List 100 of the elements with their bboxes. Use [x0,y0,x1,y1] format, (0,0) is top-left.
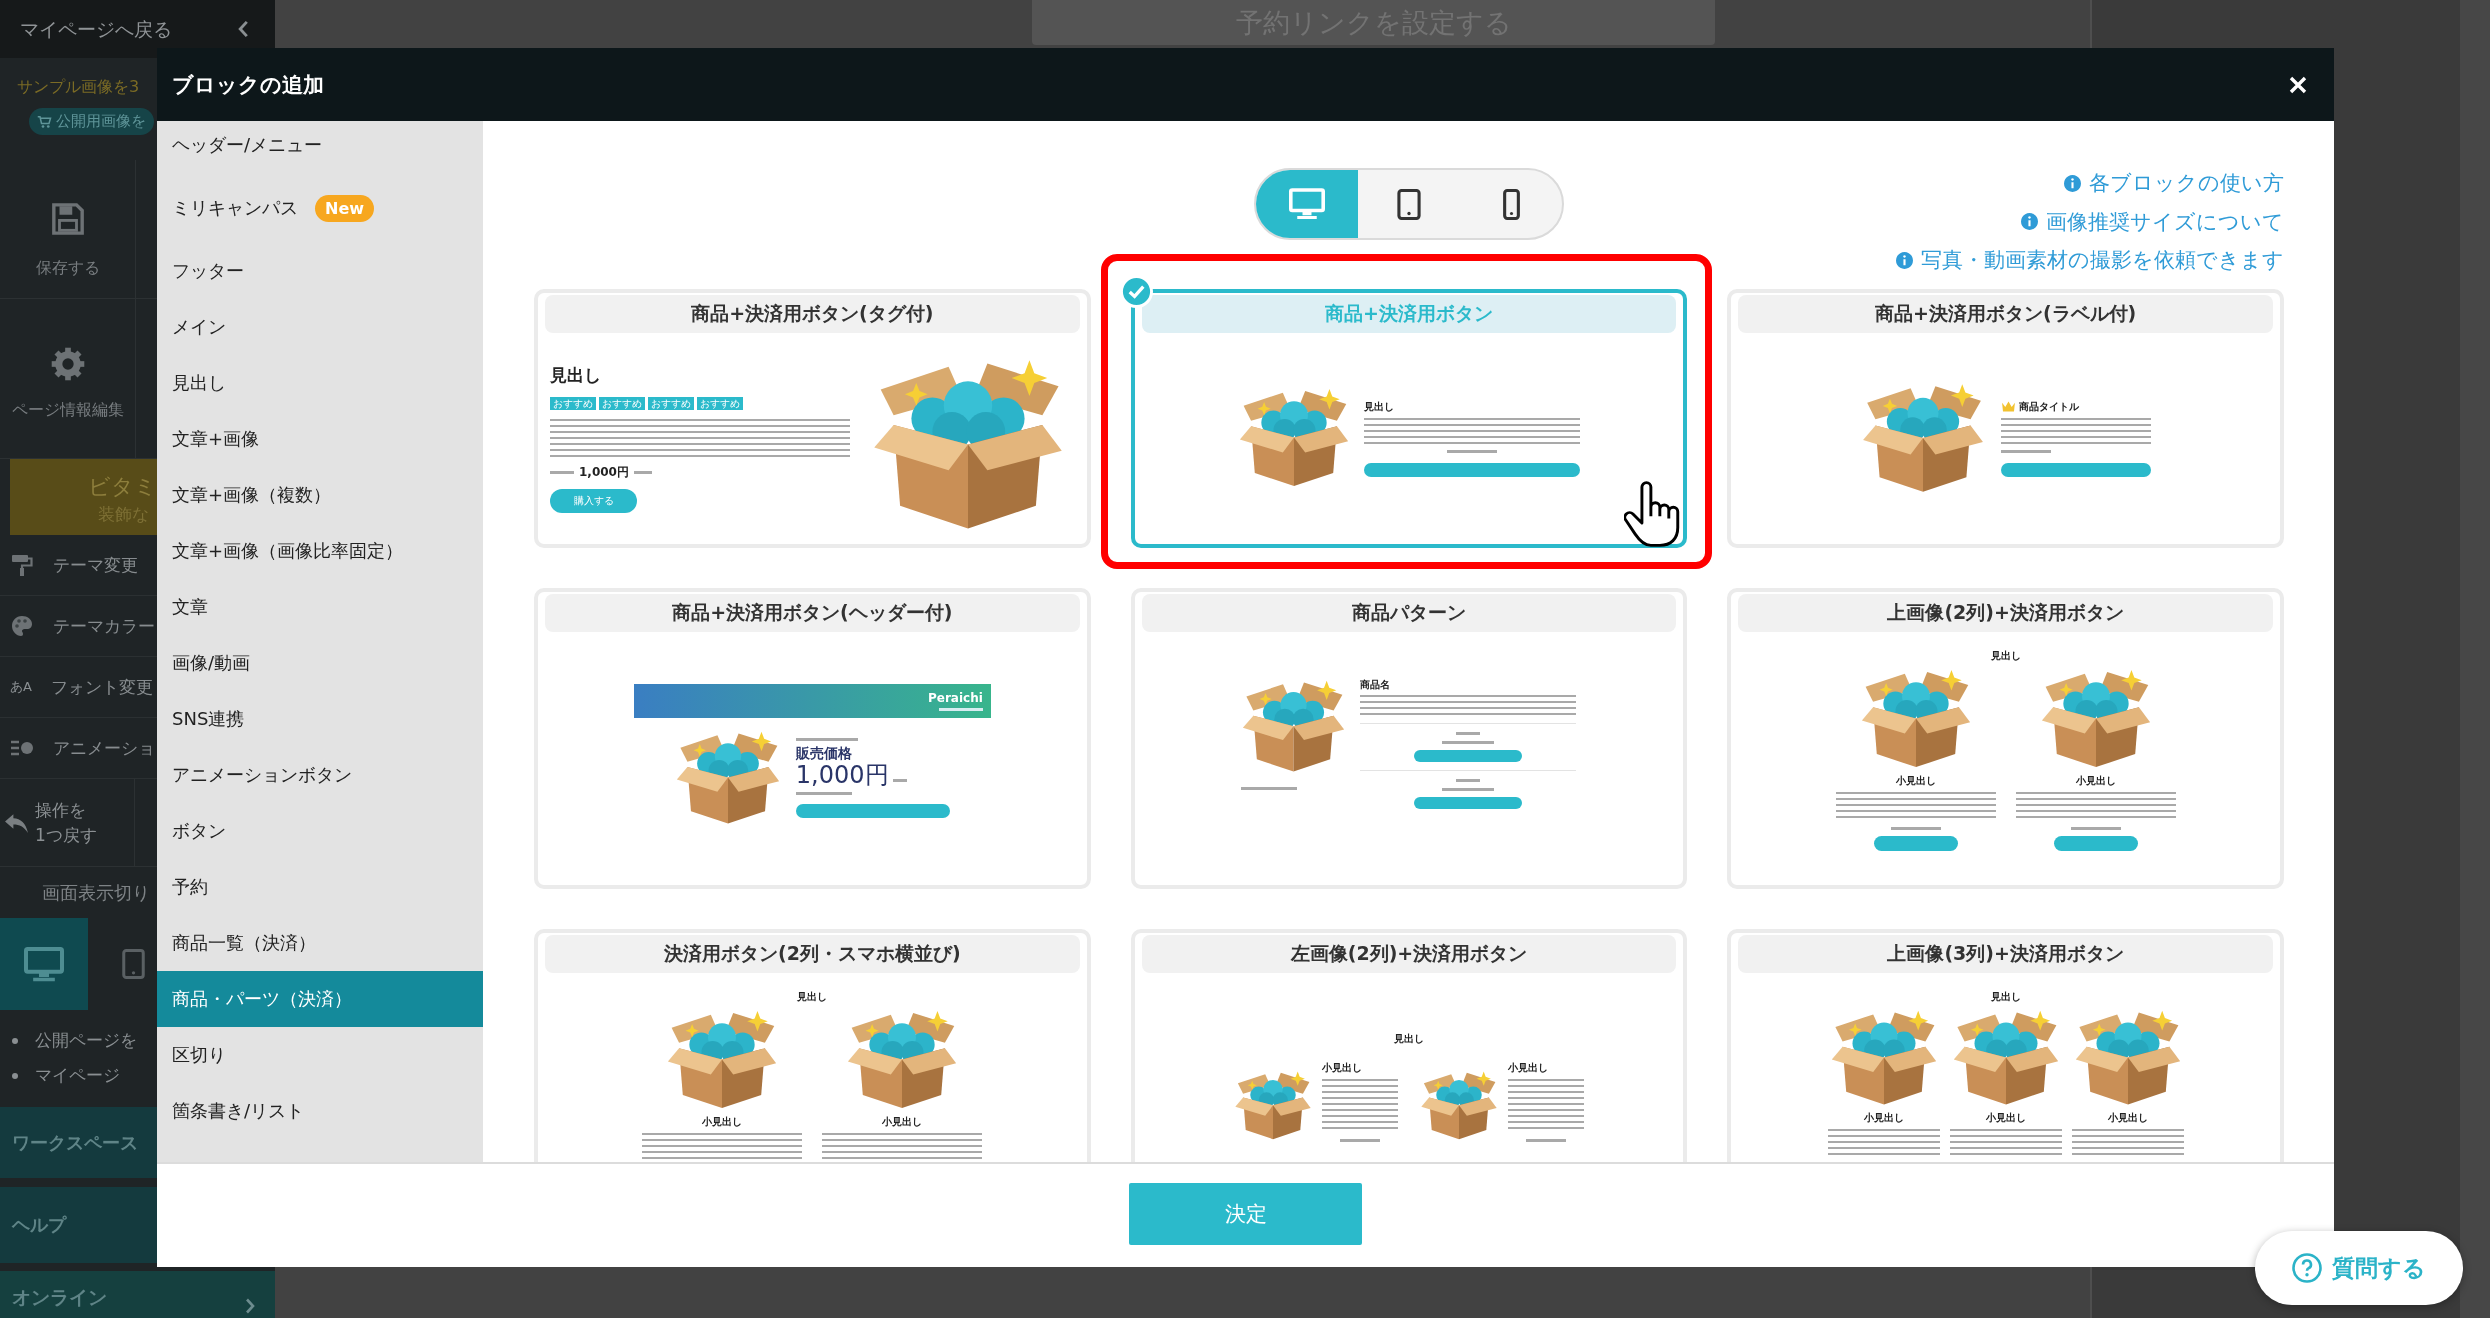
small-text-drawing [1526,1139,1566,1142]
monitor-icon [24,946,64,982]
category-item[interactable]: 箇条書き/リスト [157,1083,483,1139]
block-card[interactable]: 商品+決済用ボタン(タグ付) 見出し おすすめ おすすめ おすすめ おすすめ 1,000円 購入する [534,289,1091,548]
category-item[interactable]: SNS連携 [157,691,483,747]
monitor-icon [1289,188,1325,220]
info-icon [2064,174,2081,192]
view-switch-label: 画面表示切り [41,880,151,905]
preview-heading: 商品タイトル [2018,400,2079,413]
category-item[interactable]: 商品一覧（決済） [157,915,483,971]
preview-subheading: 小見出し [2107,1112,2148,1124]
small-text-drawing [2000,449,2051,453]
preview-subheading: 小見出し [702,1116,743,1128]
buy-button-preview: 購入する [550,489,637,513]
info-icon [2021,213,2038,231]
block-card[interactable]: 商品+決済用ボタン(ラベル付) 商品タイトル [1727,289,2284,548]
new-badge: New [315,194,375,222]
block-title: 決済用ボタン(2列・スマホ横並び) [545,935,1080,973]
back-link[interactable]: マイページへ戻る [20,17,172,41]
category-item[interactable]: 文章+画像（複数） [157,467,483,523]
save-button[interactable]: 保存する [0,160,136,298]
preview-heading: 見出し [550,365,601,385]
small-text-drawing [938,708,983,711]
small-text-drawing [892,779,907,782]
block-title: 商品+決済用ボタン(ヘッダー付) [545,594,1080,632]
info-icon [1896,251,1913,269]
block-title: 商品+決済用ボタン [1141,295,1677,333]
question-circle-icon [2292,1253,2322,1283]
small-text-drawing [1442,788,1495,791]
phone-icon [1502,188,1520,220]
tag-label: おすすめ [599,397,645,410]
small-text-drawing [795,738,858,741]
small-text-drawing [1442,741,1495,744]
block-title: 上画像(3列)+決済用ボタン [1738,935,2273,973]
category-item[interactable]: 文章+画像 [157,411,483,467]
small-text-drawing [795,792,852,795]
preview-subheading: 小見出し [1895,775,1936,787]
tablet-icon [122,949,145,979]
category-item[interactable]: ヘッダー/メニュー [157,121,483,173]
sidebar-link[interactable]: 公開ページを [0,1023,157,1058]
preview-subheading: 小見出し [1985,1112,2026,1124]
category-item[interactable]: 見出し [157,355,483,411]
tablet-icon [1397,188,1421,220]
paint-roller-icon [10,553,34,577]
category-item[interactable]: ボタン [157,803,483,859]
category-item[interactable]: アニメーションボタン [157,747,483,803]
dialog-title: ブロックの追加 [172,71,324,99]
tag-label: おすすめ [648,397,694,410]
preview-heading: 見出し [1364,400,1394,413]
price-label: 販売価格 [795,745,852,761]
settings-icon [50,347,85,381]
block-title: 左画像(2列)+決済用ボタン [1141,935,1677,973]
category-item[interactable]: 画像/動画 [157,635,483,691]
block-card[interactable]: 決済用ボタン(2列・スマホ横並び) 見出し 小見出し 小見出し [534,929,1091,1162]
category-item[interactable]: ミリキャンパス New [157,173,483,243]
block-card[interactable]: 上画像(2列)+決済用ボタン 見出し 小見出し 小見出し [1727,588,2284,889]
category-item[interactable]: メイン [157,299,483,355]
scrollbar[interactable] [2460,0,2490,1318]
block-card[interactable]: 商品+決済用ボタン 見出し [1130,289,1688,548]
small-text-drawing [1241,787,1298,790]
category-item[interactable]: 文章+画像（画像比率固定） [157,523,483,579]
block-title: 商品+決済用ボタン(ラベル付) [1738,295,2273,333]
small-text-drawing [1890,827,1941,830]
check-circle-icon [1119,275,1153,308]
close-icon[interactable] [2288,74,2308,95]
block-card[interactable]: 商品+決済用ボタン(ヘッダー付) Peraichi 販売価格 1,000円 [534,588,1091,889]
page-settings-button[interactable]: ページ情報編集 [0,299,136,458]
block-card[interactable]: 上画像(3列)+決済用ボタン 見出し 小見出し 小見出し 小見出し [1727,929,2284,1162]
desktop-view-button[interactable] [0,918,88,1010]
crown-icon [2000,401,2016,412]
block-card[interactable]: 左画像(2列)+決済用ボタン 見出し 小見出し 小見出し [1130,929,1688,1162]
small-text-drawing [1340,1139,1380,1142]
undo-button[interactable]: 操作を 1つ戻す [0,779,135,866]
category-item[interactable]: 予約 [157,859,483,915]
chevron-left-icon[interactable] [238,20,249,38]
category-item[interactable]: 商品・パーツ（決済） [157,971,483,1027]
preview-heading: 見出し [1990,991,2021,1003]
block-title: 商品パターン [1141,594,1677,632]
preview-heading: 見出し [1394,1033,1424,1045]
price-text: 1,000円 [795,761,889,789]
small-text-drawing [1456,732,1481,735]
small-text-drawing [1447,449,1497,453]
category-item[interactable]: フッター [157,243,483,299]
sidebar-link[interactable]: マイページ [0,1058,157,1093]
chevron-right-icon [245,1298,255,1314]
category-item[interactable]: 文章 [157,579,483,635]
category-item[interactable]: 区切り [157,1027,483,1083]
cart-icon [37,114,52,129]
tag-label: おすすめ [550,397,596,410]
block-title: 上画像(2列)+決済用ボタン [1738,594,2273,632]
preview-subheading: 小見出し [1508,1062,1549,1074]
preview-subheading: 小見出し [2075,775,2116,787]
block-card[interactable]: 商品パターン 商品名 [1130,588,1688,889]
small-text-drawing [550,470,574,474]
preview-heading: 見出し [797,991,828,1003]
bullet-icon [12,1072,18,1079]
preview-subheading: 小見出し [882,1116,923,1128]
block-title: 商品+決済用ボタン(タグ付) [545,295,1080,333]
price-text: 1,000円 [579,465,629,479]
small-text-drawing [633,470,652,474]
